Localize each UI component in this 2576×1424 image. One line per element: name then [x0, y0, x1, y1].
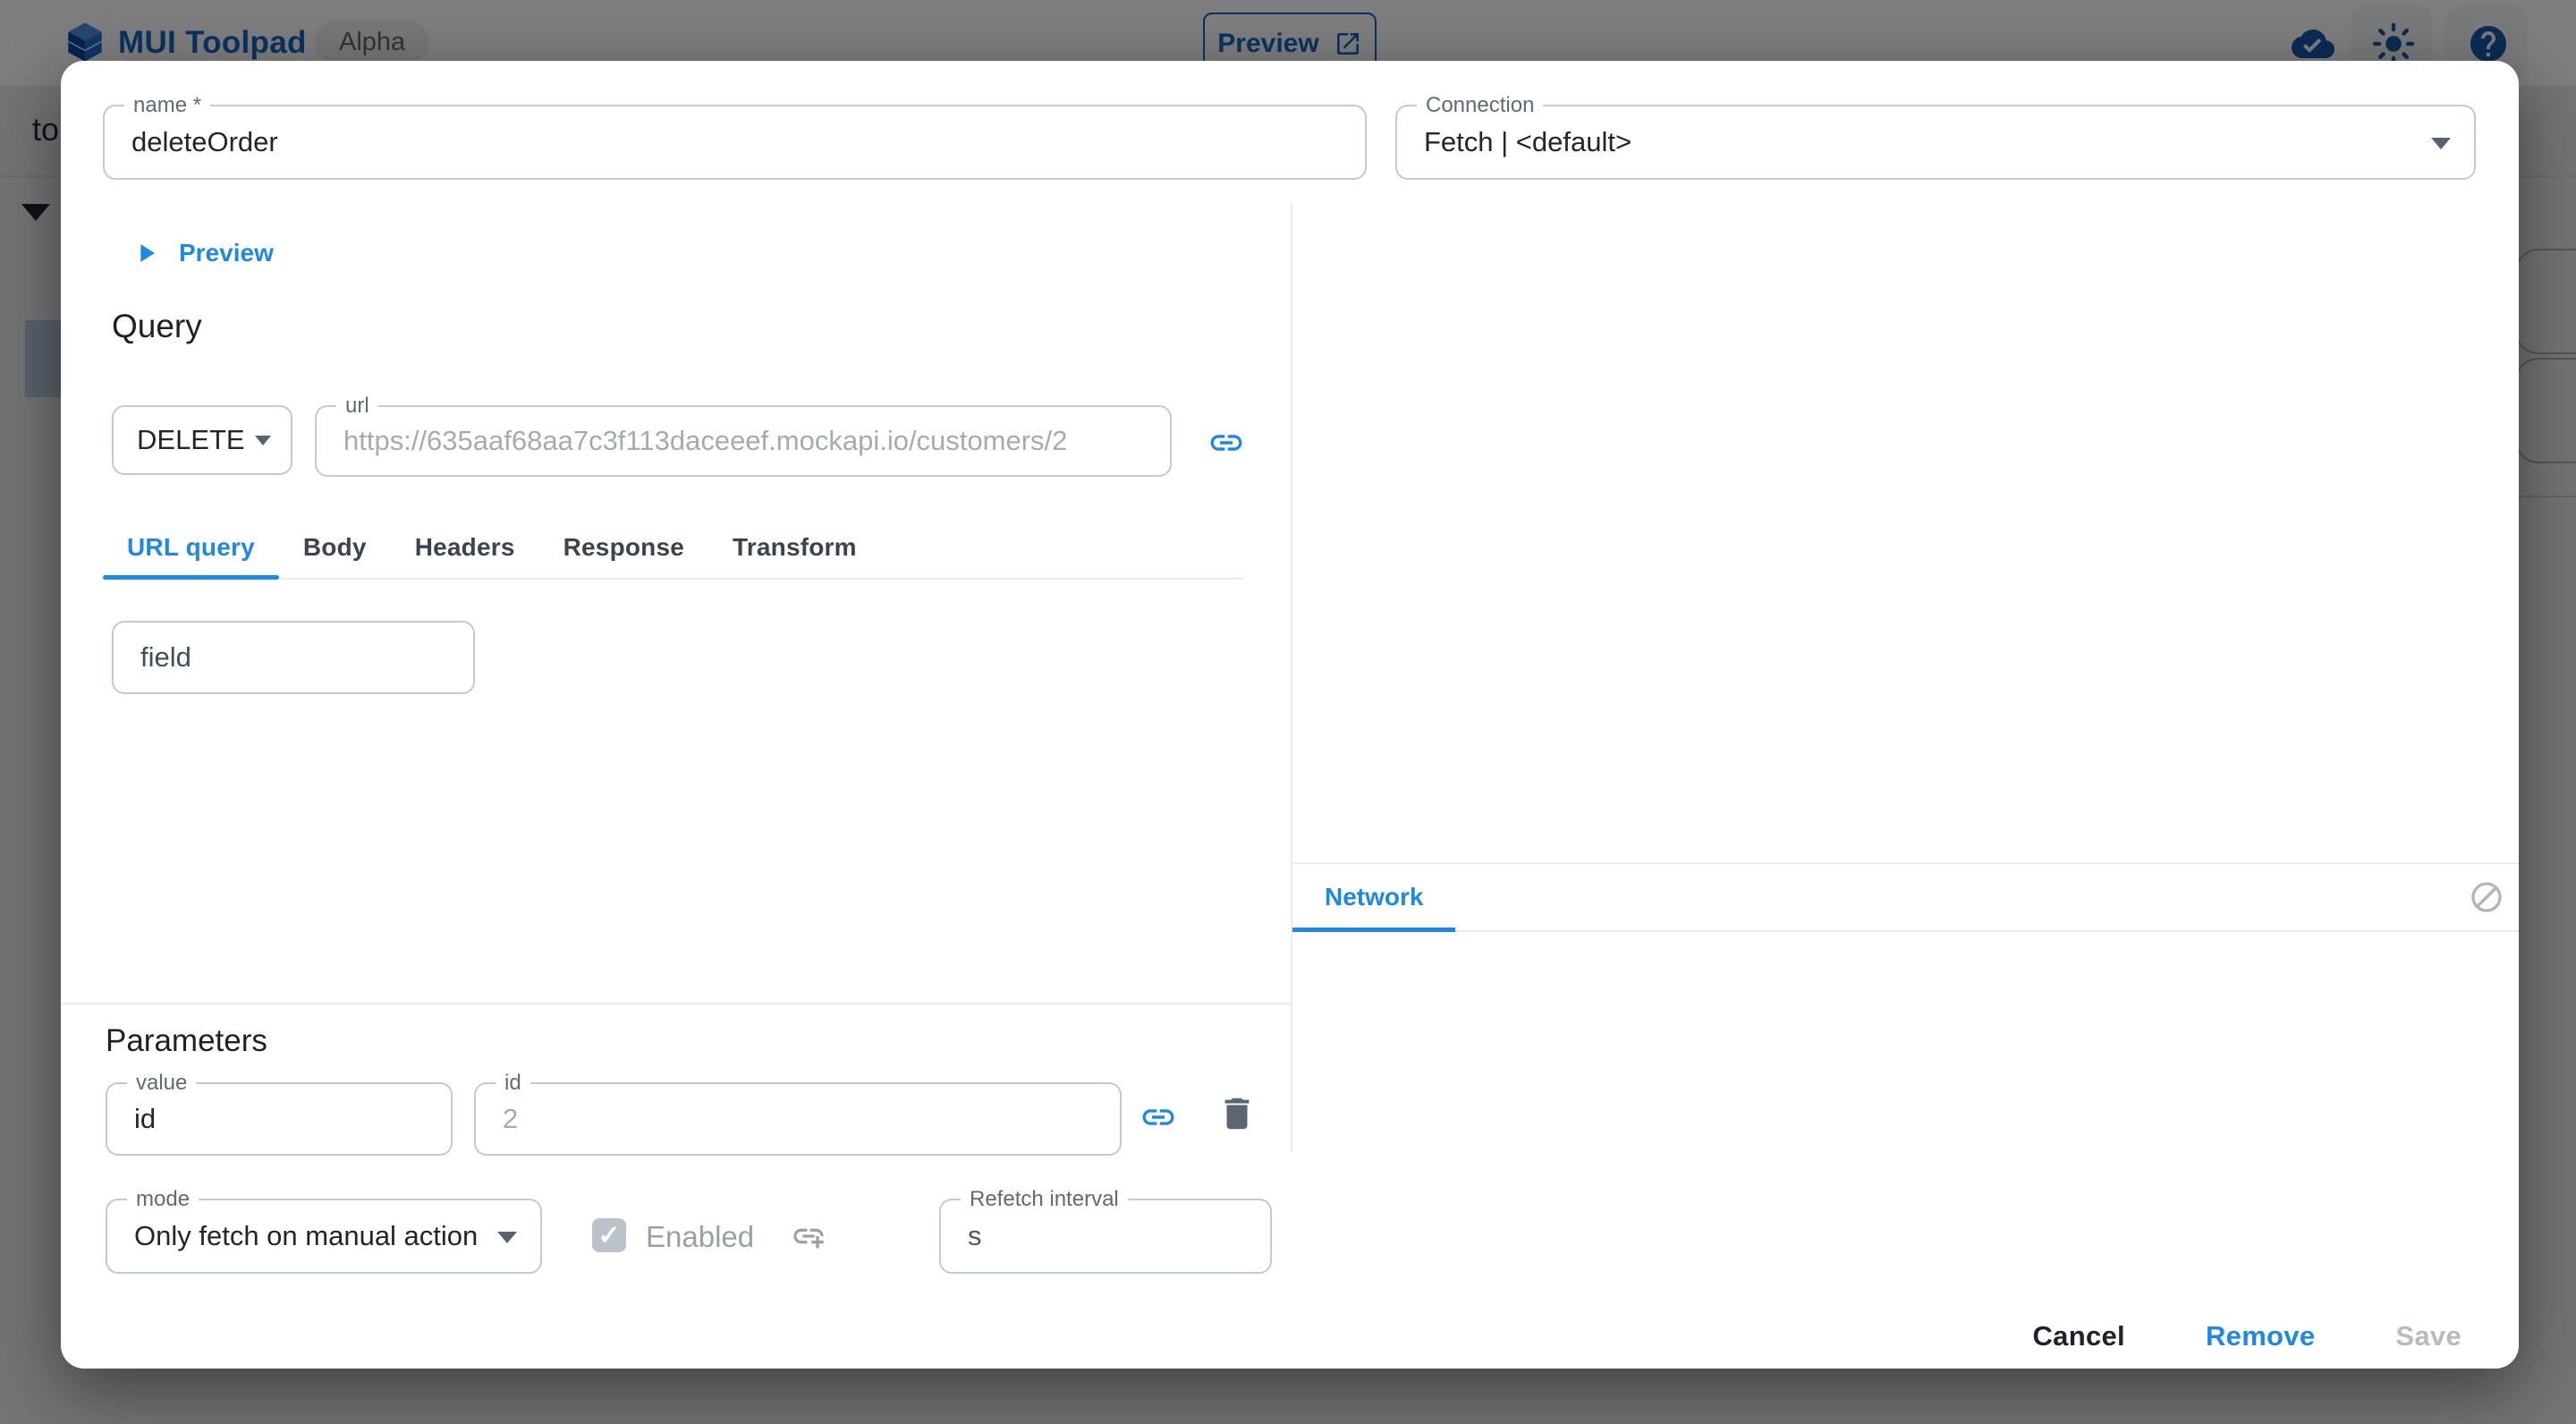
- name-field-value: deleteOrder: [131, 126, 278, 158]
- refetch-interval-label: Refetch interval: [961, 1185, 1128, 1213]
- tab-network[interactable]: Network: [1292, 864, 1455, 930]
- param-bind-link-icon[interactable]: [1140, 1098, 1177, 1136]
- connection-label: Connection: [1417, 91, 1543, 119]
- url-field[interactable]: url https://635aaf68aa7c3f113daceeef.moc…: [315, 405, 1172, 477]
- tab-body[interactable]: Body: [279, 517, 391, 578]
- refetch-interval-value: s: [968, 1220, 982, 1252]
- param-id-placeholder: 2: [503, 1103, 518, 1135]
- request-tabs: URL query Body Headers Response Transfor…: [103, 517, 1243, 580]
- tab-transform[interactable]: Transform: [708, 517, 881, 578]
- param-value-label: value: [127, 1069, 196, 1097]
- param-id-field[interactable]: id 2: [474, 1082, 1122, 1156]
- run-preview-button[interactable]: Preview: [131, 231, 274, 275]
- tab-response[interactable]: Response: [539, 517, 708, 578]
- param-id-label: id: [496, 1069, 530, 1097]
- cancel-button[interactable]: Cancel: [2021, 1311, 2138, 1361]
- name-field-label: name *: [124, 91, 210, 119]
- query-heading: Query: [112, 308, 202, 345]
- connection-value: Fetch | <default>: [1424, 126, 1631, 158]
- url-field-label: url: [336, 392, 378, 420]
- app-root: MUI Toolpad Alpha Preview to: [0, 0, 2576, 1424]
- tab-url-query[interactable]: URL query: [103, 517, 279, 578]
- mode-label: mode: [127, 1185, 199, 1213]
- trash-icon[interactable]: [1216, 1093, 1258, 1134]
- tab-headers[interactable]: Headers: [391, 517, 539, 578]
- http-method-select[interactable]: DELETE: [112, 405, 292, 475]
- url-field-placeholder: https://635aaf68aa7c3f113daceeef.mockapi…: [343, 425, 1067, 457]
- remove-button[interactable]: Remove: [2193, 1311, 2327, 1361]
- param-value-value: id: [134, 1103, 156, 1135]
- refetch-interval-field[interactable]: Refetch interval s: [939, 1199, 1272, 1274]
- dialog-footer: Cancel Remove Save: [2021, 1311, 2475, 1361]
- checkmark-icon: ✓: [597, 1220, 620, 1251]
- play-icon: [131, 238, 161, 268]
- query-param-field-input[interactable]: field: [112, 621, 475, 694]
- connection-select[interactable]: Connection Fetch | <default>: [1395, 105, 2476, 180]
- name-field[interactable]: name * deleteOrder: [103, 105, 1367, 180]
- param-value-field[interactable]: value id: [106, 1082, 453, 1156]
- parameters-heading: Parameters: [106, 1023, 267, 1059]
- query-param-field-value: field: [140, 641, 191, 674]
- enabled-label: Enabled: [646, 1220, 754, 1254]
- add-link-icon[interactable]: [791, 1218, 826, 1254]
- save-button[interactable]: Save: [2383, 1311, 2474, 1361]
- left-pane-divider: [61, 1003, 1292, 1004]
- url-bind-link-icon[interactable]: [1208, 424, 1245, 462]
- block-icon[interactable]: [2469, 879, 2504, 915]
- mode-select[interactable]: mode Only fetch on manual action: [106, 1199, 542, 1274]
- enabled-checkbox[interactable]: ✓: [592, 1218, 626, 1252]
- network-tabbar: Network: [1292, 862, 2519, 932]
- http-method-value: DELETE: [137, 424, 245, 456]
- pane-divider: [1291, 202, 1292, 1152]
- run-preview-label: Preview: [179, 239, 274, 267]
- query-editor-dialog: name * deleteOrder Connection Fetch | <d…: [61, 61, 2519, 1369]
- mode-value: Only fetch on manual action: [134, 1220, 478, 1252]
